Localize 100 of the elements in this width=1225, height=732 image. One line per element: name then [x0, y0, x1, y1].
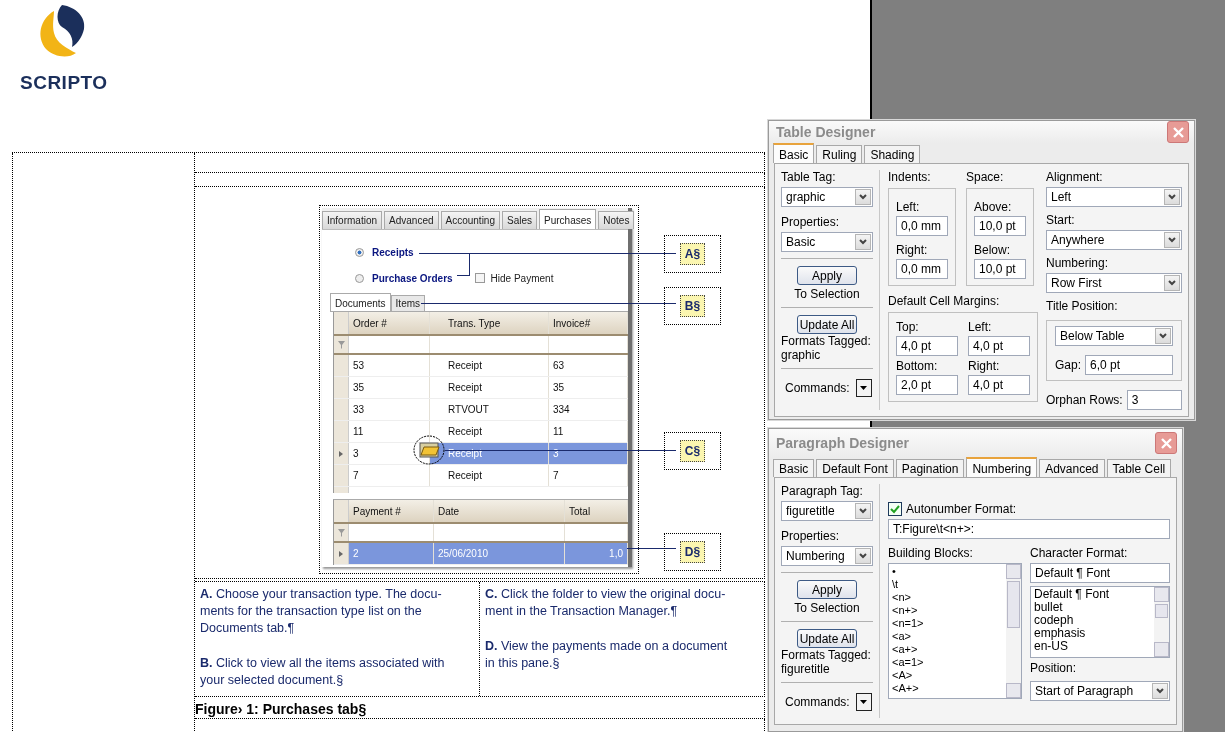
dialog-tab[interactable]: Ruling	[816, 145, 863, 163]
list-item[interactable]: <a+>	[892, 643, 1003, 656]
checkbox-label[interactable]: Autonumber Format:	[906, 502, 1017, 516]
dropdown[interactable]: Anywhere	[1046, 230, 1182, 250]
table-tag-dropdown[interactable]: graphic	[781, 187, 873, 207]
column-header[interactable]: Total	[565, 500, 628, 522]
field-label: Below:	[974, 243, 1012, 257]
note-paragraph: A. Choose your transaction type. The docu- ments for the transaction type list on the Documents tab.¶	[200, 586, 443, 637]
input-field[interactable]: 4,0 pt	[968, 375, 1030, 395]
title-position-dropdown[interactable]: Below Table	[1055, 326, 1173, 346]
list-item[interactable]: <n>	[892, 591, 1003, 604]
column-header[interactable]: Trans. Type	[430, 312, 549, 334]
grid-row[interactable]: 35 Receipt 35	[334, 377, 628, 399]
list-item[interactable]: bullet	[1034, 601, 1151, 614]
dialog-tab[interactable]: Numbering	[966, 457, 1038, 477]
radio-label[interactable]: Receipts	[372, 246, 414, 258]
radio-button[interactable]	[355, 273, 364, 283]
group-label: Space:	[966, 170, 1005, 184]
dialog-tab[interactable]: Basic	[773, 459, 815, 477]
list-item[interactable]: <A>	[892, 669, 1003, 682]
properties-dropdown[interactable]: Basic	[781, 232, 873, 252]
properties-dropdown[interactable]: Numbering	[781, 546, 873, 566]
field-label: Above:	[974, 200, 1013, 214]
list-item[interactable]: <n+>	[892, 604, 1003, 617]
input-field[interactable]: 0,0 mm	[896, 216, 948, 236]
scrollbar[interactable]	[1006, 564, 1021, 698]
input-field[interactable]: 10,0 pt	[974, 259, 1026, 279]
list-item[interactable]: en-US	[1034, 640, 1151, 653]
dialog-tab[interactable]: Basic	[773, 143, 815, 163]
checkbox[interactable]	[474, 273, 485, 283]
row-header[interactable]	[334, 443, 349, 464]
dropdown[interactable]: Row First	[1046, 273, 1182, 293]
dialog-tab[interactable]: Shading	[864, 145, 921, 163]
app-tab[interactable]: Purchases	[539, 209, 597, 229]
input-field[interactable]: 2,0 pt	[896, 375, 958, 395]
dialog-tab[interactable]: Default Font	[816, 459, 894, 477]
app-tab[interactable]: Sales	[502, 211, 537, 229]
grid-cell: 7	[349, 465, 430, 486]
group-label: Indents:	[888, 170, 932, 184]
app-tab[interactable]: Advanced	[384, 211, 439, 229]
chevron-icon	[1164, 275, 1180, 291]
commands-button[interactable]	[855, 693, 872, 711]
paragraph-tag-dropdown[interactable]: figuretitle	[781, 501, 873, 521]
list-item[interactable]: emphasis	[1034, 627, 1151, 640]
radio-button[interactable]	[355, 247, 364, 257]
gap-field[interactable]: 6,0 pt	[1085, 355, 1173, 375]
dialog-tab[interactable]: Pagination	[895, 459, 965, 477]
autonumber-format-field[interactable]: T:Figure\t<n+>:	[888, 519, 1170, 539]
column-header[interactable]: Date	[434, 500, 565, 522]
sub-tab[interactable]: Documents	[330, 293, 391, 311]
scrollbar[interactable]	[1154, 587, 1169, 657]
grid-cell: 334	[549, 399, 628, 420]
input-field[interactable]: 4,0 pt	[896, 336, 958, 356]
dialog-tab[interactable]: Advanced	[1039, 459, 1105, 477]
filter-row[interactable]	[334, 336, 628, 355]
list-item[interactable]: codeph	[1034, 614, 1151, 627]
checkbox[interactable]	[888, 502, 902, 516]
field-label: Gap:	[1055, 358, 1081, 372]
update-all-button[interactable]: Update All	[797, 315, 857, 334]
column-header[interactable]: Order #	[349, 312, 430, 334]
column-header[interactable]: Payment #	[349, 500, 434, 522]
character-format-field[interactable]: Default ¶ Font	[1030, 563, 1170, 583]
folder-icon[interactable]	[413, 435, 445, 465]
column-header[interactable]: Invoice#	[549, 312, 628, 334]
filter-icon[interactable]	[337, 528, 345, 537]
grid-cell: 7	[549, 465, 628, 486]
list-item[interactable]: \t	[892, 578, 1003, 591]
list-item[interactable]: <A+>	[892, 682, 1003, 695]
list-item[interactable]: •	[892, 565, 1003, 578]
update-all-button[interactable]: Update All	[797, 629, 857, 648]
input-field[interactable]: 4,0 pt	[968, 336, 1030, 356]
apply-button[interactable]: Apply	[797, 580, 857, 599]
callout-label: D§	[679, 541, 706, 563]
close-button[interactable]	[1167, 121, 1189, 143]
app-tab[interactable]: Accounting	[440, 211, 500, 229]
row-header[interactable]	[334, 543, 349, 564]
position-dropdown[interactable]: Start of Paragraph	[1030, 681, 1170, 701]
app-tab[interactable]: Notes	[598, 211, 635, 229]
grid-row[interactable]: 53 Receipt 63	[334, 355, 628, 377]
grid-row[interactable]: 33 RTVOUT 334	[334, 399, 628, 421]
grid-row[interactable]: 7 Receipt 7	[334, 465, 628, 487]
orphan-rows-field[interactable]: 3	[1126, 390, 1182, 410]
dropdown[interactable]: Left	[1046, 187, 1182, 207]
list-item[interactable]: <n=1>	[892, 617, 1003, 630]
list-item[interactable]: <a=1>	[892, 656, 1003, 669]
app-tab[interactable]: Information	[322, 211, 383, 229]
sub-tab[interactable]: Items	[390, 295, 426, 311]
commands-button[interactable]	[855, 379, 872, 397]
checkbox-label[interactable]: Hide Payment	[490, 272, 554, 284]
filter-icon[interactable]	[337, 340, 345, 349]
row-pointer-icon	[339, 550, 343, 557]
radio-label[interactable]: Purchase Orders	[372, 272, 453, 284]
apply-button[interactable]: Apply	[797, 266, 857, 285]
input-field[interactable]: 0,0 mm	[896, 259, 948, 279]
dialog-tab[interactable]: Table Cell	[1106, 459, 1172, 477]
input-field[interactable]: 10,0 pt	[974, 216, 1026, 236]
close-button[interactable]	[1155, 432, 1177, 454]
list-item[interactable]: <a>	[892, 630, 1003, 643]
commands-label: Commands:	[785, 381, 850, 395]
list-item[interactable]: Default ¶ Font	[1034, 588, 1151, 601]
